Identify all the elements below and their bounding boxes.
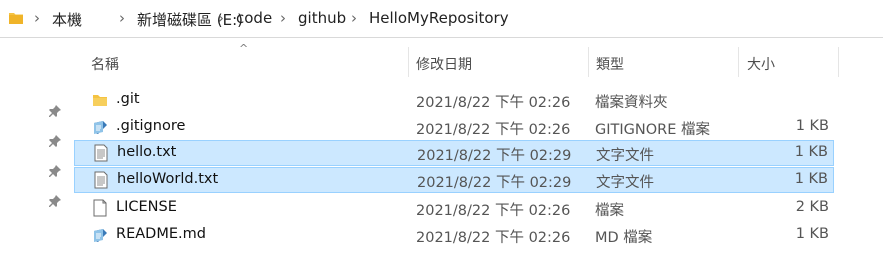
editor-file-icon: [94, 121, 107, 134]
file-type: 檔案資料夾: [595, 95, 668, 111]
file-row-readme-md[interactable]: README.md 2021/8/22 下午 02:26 MD 檔案 1 KB: [74, 222, 834, 248]
breadcrumb-current-folder[interactable]: HelloMyRepository: [369, 9, 509, 27]
file-date: 2021/8/22 下午 02:26: [416, 203, 571, 219]
file-row-gitignore[interactable]: .gitignore 2021/8/22 下午 02:26 GITIGNORE …: [74, 114, 834, 140]
chevron-right-icon[interactable]: ›: [351, 9, 357, 27]
file-date: 2021/8/22 下午 02:26: [416, 95, 571, 111]
file-size: 2 KB: [795, 199, 829, 215]
breadcrumb-drive[interactable]: 新增磁碟區 (E:): [137, 9, 243, 30]
file-size: 1 KB: [794, 144, 828, 160]
file-size: 1 KB: [794, 171, 828, 187]
file-name: helloWorld.txt: [117, 171, 219, 187]
pin-icon[interactable]: [48, 104, 62, 118]
pin-icon[interactable]: [48, 134, 62, 148]
file-row-hello-txt[interactable]: hello.txt 2021/8/22 下午 02:29 文字文件 1 KB: [74, 140, 834, 166]
file-type: GITIGNORE 檔案: [595, 122, 710, 138]
column-date[interactable]: 修改日期: [416, 54, 472, 74]
file-date: 2021/8/22 下午 02:26: [416, 230, 571, 246]
chevron-right-icon[interactable]: ›: [218, 9, 224, 27]
text-file-icon: [94, 144, 108, 162]
folder-icon: [9, 13, 23, 24]
file-name: README.md: [116, 226, 206, 242]
file-type: 文字文件: [596, 175, 654, 191]
file-row-helloworld-txt[interactable]: helloWorld.txt 2021/8/22 下午 02:29 文字文件 1…: [74, 167, 834, 193]
column-type[interactable]: 類型: [596, 54, 624, 74]
text-file-icon: [94, 171, 108, 189]
address-bar[interactable]: › 本機 › 新增磁碟區 (E:) › code › github › Hell…: [0, 0, 883, 38]
file-row-git[interactable]: .git 2021/8/22 下午 02:26 檔案資料夾: [74, 87, 834, 113]
file-date: 2021/8/22 下午 02:29: [417, 175, 572, 191]
column-divider[interactable]: [588, 47, 589, 77]
column-divider[interactable]: [838, 47, 839, 77]
file-date: 2021/8/22 下午 02:29: [417, 148, 572, 164]
chevron-right-icon[interactable]: ›: [119, 9, 125, 27]
file-type: MD 檔案: [595, 230, 653, 246]
pin-icon[interactable]: [48, 164, 62, 178]
file-type: 檔案: [595, 203, 624, 219]
column-divider[interactable]: [408, 47, 409, 77]
chevron-right-icon[interactable]: ›: [34, 9, 40, 27]
breadcrumb-this-pc[interactable]: 本機: [52, 9, 82, 30]
file-type: 文字文件: [596, 148, 654, 164]
file-date: 2021/8/22 下午 02:26: [416, 122, 571, 138]
folder-icon: [93, 95, 107, 106]
file-name: hello.txt: [117, 144, 177, 160]
editor-file-icon: [94, 229, 107, 242]
column-divider[interactable]: [738, 47, 739, 77]
file-row-license[interactable]: LICENSE 2021/8/22 下午 02:26 檔案 2 KB: [74, 195, 834, 221]
breadcrumb-code[interactable]: code: [236, 9, 272, 27]
column-size[interactable]: 大小: [747, 54, 775, 74]
file-name: .git: [116, 91, 140, 107]
breadcrumb-github[interactable]: github: [298, 9, 346, 27]
chevron-right-icon[interactable]: ›: [280, 9, 286, 27]
column-header: 名稱 修改日期 類型 大小: [0, 47, 883, 77]
file-size: 1 KB: [795, 226, 829, 242]
file-name: .gitignore: [116, 118, 186, 134]
file-size: 1 KB: [795, 118, 829, 134]
blank-file-icon: [93, 199, 107, 217]
column-name[interactable]: 名稱: [91, 54, 119, 74]
pin-icon[interactable]: [48, 194, 62, 208]
file-name: LICENSE: [116, 199, 177, 215]
